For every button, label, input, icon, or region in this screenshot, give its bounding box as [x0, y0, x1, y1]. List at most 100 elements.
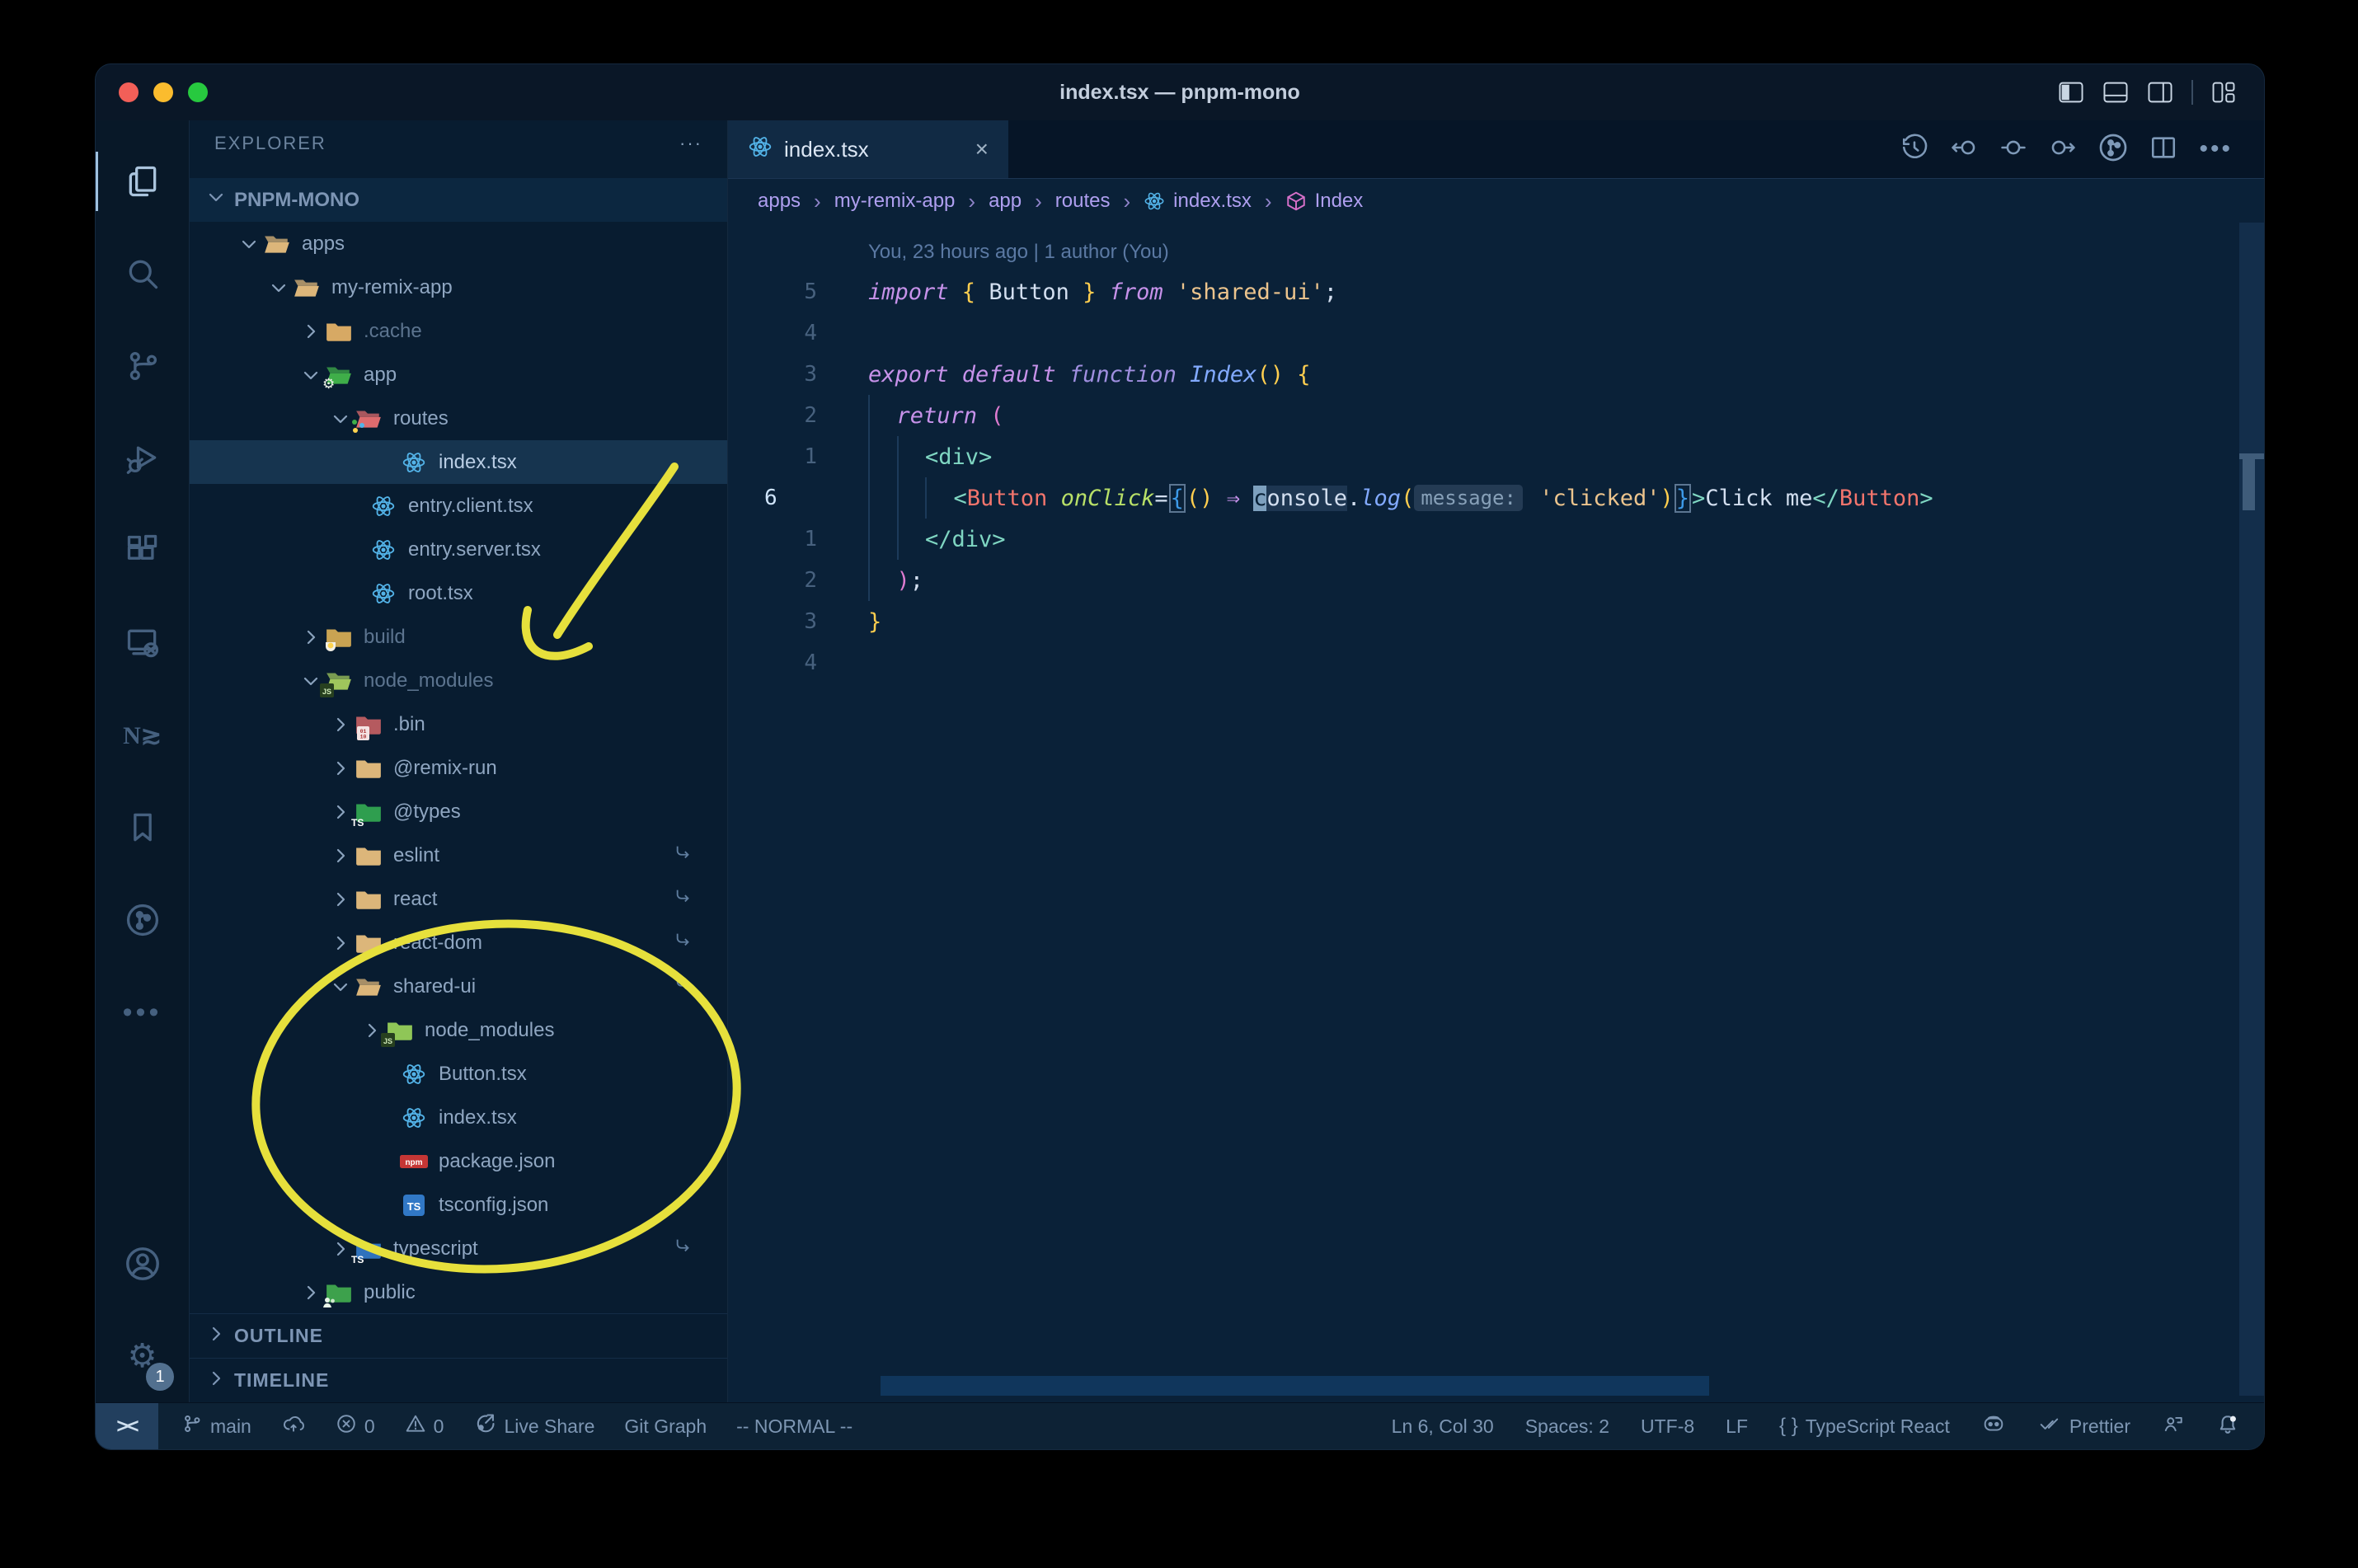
- svg-text:10: 10: [360, 734, 367, 739]
- tree-item-Button.tsx[interactable]: Button.tsx: [190, 1052, 727, 1096]
- activity-nx-console[interactable]: N≳: [96, 689, 189, 782]
- code-token: {: [1168, 483, 1186, 513]
- views-more-icon[interactable]: ···: [679, 133, 702, 154]
- tree-item-node_modules[interactable]: JS node_modules: [190, 659, 727, 702]
- tree-item-my-remix-app[interactable]: my-remix-app: [190, 265, 727, 309]
- timeline-section[interactable]: TIMELINE: [190, 1358, 727, 1402]
- traffic-light-zoom[interactable]: [188, 82, 208, 102]
- tree-item-@types[interactable]: TS @types: [190, 790, 727, 833]
- tree-item-node_modules[interactable]: JS node_modules: [190, 1008, 727, 1052]
- tab-index-tsx[interactable]: index.tsx ×: [728, 120, 1008, 178]
- breadcrumb-app[interactable]: app: [989, 190, 1022, 213]
- status-label: 0: [364, 1415, 375, 1437]
- customize-layout-icon[interactable]: [2211, 82, 2236, 103]
- traffic-light-close[interactable]: [119, 82, 139, 102]
- timeline-label: TIMELINE: [234, 1369, 330, 1391]
- tree-item-entry.server.tsx[interactable]: entry.server.tsx: [190, 528, 727, 571]
- symlink-icon: [674, 1237, 693, 1261]
- status-prettier[interactable]: Prettier: [2037, 1413, 2130, 1439]
- activity-remote-explorer[interactable]: [96, 597, 189, 689]
- status-git-graph[interactable]: Git Graph: [624, 1415, 707, 1438]
- code-editor[interactable]: You, 23 hours ago | 1 author (You) 5 impor…: [728, 223, 2264, 1402]
- tree-item-package.json[interactable]: npm package.json: [190, 1139, 727, 1183]
- nav-circle-icon[interactable]: [1999, 134, 2027, 166]
- tree-item-typescript[interactable]: TS typescript: [190, 1227, 727, 1270]
- status-feedback[interactable]: [2162, 1413, 2185, 1439]
- activity-bookmarks[interactable]: [96, 782, 189, 874]
- nav-forward-icon[interactable]: [2049, 134, 2077, 166]
- activity-git-graph[interactable]: [96, 874, 189, 966]
- status-typescript-react[interactable]: { } TypeScript React: [1779, 1415, 1950, 1438]
- tree-item-tsconfig.json[interactable]: TS tsconfig.json: [190, 1183, 727, 1227]
- tree-item-app[interactable]: ⚙ app: [190, 353, 727, 397]
- tree-item-.bin[interactable]: 01 10 .bin: [190, 702, 727, 746]
- chevron-right-icon: [326, 933, 354, 953]
- status-cloud-upload[interactable]: [281, 1413, 306, 1439]
- tree-item-index.tsx[interactable]: index.tsx: [190, 1096, 727, 1139]
- chevron-right-icon: [326, 846, 354, 866]
- breadcrumb-routes[interactable]: routes: [1055, 190, 1111, 213]
- horizontal-scrollbar-thumb[interactable]: [881, 1376, 1709, 1396]
- code-token: Click me: [1705, 485, 1813, 511]
- status-0[interactable]: 0: [336, 1413, 375, 1439]
- status-spaces-2[interactable]: Spaces: 2: [1525, 1415, 1609, 1438]
- status-lf[interactable]: LF: [1726, 1415, 1748, 1438]
- tree-item-entry.client.tsx[interactable]: entry.client.tsx: [190, 484, 727, 528]
- tree-item-routes[interactable]: routes: [190, 397, 727, 440]
- activity-extensions[interactable]: [96, 505, 189, 597]
- status--normal-[interactable]: -- NORMAL --: [736, 1415, 853, 1438]
- status-label: LF: [1726, 1415, 1749, 1437]
- breadcrumb-Index[interactable]: Index: [1285, 190, 1363, 213]
- vertical-scrollbar[interactable]: [2239, 223, 2264, 1396]
- tree-item-apps[interactable]: apps: [190, 222, 727, 265]
- settings-badge: 1: [146, 1363, 174, 1391]
- activity-search[interactable]: [96, 228, 189, 320]
- status-utf-8[interactable]: UTF-8: [1641, 1415, 1694, 1438]
- folder-icon: [324, 319, 354, 344]
- outline-section[interactable]: OUTLINE: [190, 1313, 727, 1358]
- tree-root-pnpm-mono[interactable]: PNPM-MONO: [190, 178, 727, 222]
- toggle-secondary-sidebar-icon[interactable]: [2147, 82, 2173, 103]
- scrollbar-thumb[interactable]: [2243, 459, 2255, 510]
- activity-settings[interactable]: ⚙ 1: [96, 1310, 189, 1402]
- tree-item-eslint[interactable]: eslint: [190, 833, 727, 877]
- traffic-light-minimize[interactable]: [153, 82, 173, 102]
- status-copilot[interactable]: [1981, 1413, 2006, 1439]
- git-actions-icon[interactable]: [2098, 133, 2128, 167]
- split-editor-icon[interactable]: [2149, 134, 2177, 166]
- tree-item-index.tsx[interactable]: index.tsx: [190, 440, 727, 484]
- close-tab-icon[interactable]: ×: [975, 136, 989, 162]
- tree-item-public[interactable]: public: [190, 1270, 727, 1313]
- indent-guide: [868, 395, 897, 436]
- toggle-panel-icon[interactable]: [2102, 82, 2129, 103]
- more-actions-icon[interactable]: •••: [2199, 135, 2233, 163]
- breadcrumb-index.tsx[interactable]: index.tsx: [1144, 190, 1252, 213]
- tree-item-shared-ui[interactable]: shared-ui: [190, 965, 727, 1008]
- code-token: from: [1096, 279, 1177, 305]
- status-live-share[interactable]: Live Share: [473, 1412, 594, 1440]
- activity-accounts[interactable]: [96, 1218, 189, 1310]
- remote-indicator[interactable]: ><: [96, 1403, 158, 1449]
- activity-run-debug[interactable]: [96, 412, 189, 505]
- toggle-sidebar-icon[interactable]: [2058, 82, 2084, 103]
- breadcrumb-apps[interactable]: apps: [758, 190, 801, 213]
- activity-more[interactable]: •••: [96, 966, 189, 1059]
- tree-item-react[interactable]: react: [190, 877, 727, 921]
- activity-source-control[interactable]: [96, 320, 189, 412]
- tree-item-label: routes: [393, 406, 449, 430]
- status-bell[interactable]: [2216, 1412, 2239, 1440]
- status-ln-6-col-30[interactable]: Ln 6, Col 30: [1392, 1415, 1494, 1438]
- folder-icon: [324, 625, 354, 651]
- tree-item-root.tsx[interactable]: root.tsx: [190, 571, 727, 615]
- tree-item-.cache[interactable]: .cache: [190, 309, 727, 353]
- nav-back-icon[interactable]: [1950, 134, 1978, 166]
- tree-item-react-dom[interactable]: react-dom: [190, 921, 727, 965]
- status-main[interactable]: main: [181, 1413, 251, 1439]
- timeline-icon[interactable]: [1900, 134, 1928, 166]
- breadcrumb-my-remix-app[interactable]: my-remix-app: [834, 190, 956, 213]
- tree-item-build[interactable]: build: [190, 615, 727, 659]
- tree-item-@remix-run[interactable]: @remix-run: [190, 746, 727, 790]
- activity-explorer[interactable]: [96, 135, 189, 228]
- code-token: }: [1083, 279, 1097, 305]
- status-0[interactable]: 0: [405, 1413, 444, 1439]
